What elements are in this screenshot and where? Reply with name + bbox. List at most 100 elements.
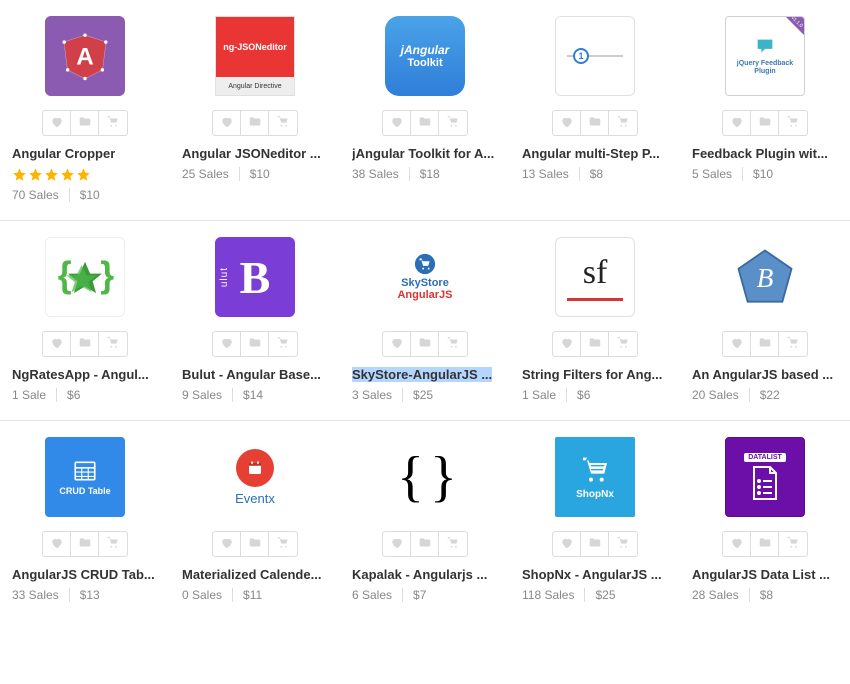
collection-button[interactable] bbox=[411, 332, 439, 356]
product-title[interactable]: jAngular Toolkit for A... bbox=[352, 146, 494, 161]
product-actions bbox=[212, 531, 298, 557]
heart-icon bbox=[220, 536, 234, 553]
product-thumbnail[interactable]: SkyStoreAngularJS bbox=[385, 237, 465, 317]
cart-button[interactable] bbox=[779, 532, 807, 556]
product-thumbnail[interactable]: ng-JSONeditorAngular Directive bbox=[215, 16, 295, 96]
cart-button[interactable] bbox=[269, 111, 297, 135]
cart-button[interactable] bbox=[99, 532, 127, 556]
product-title[interactable]: String Filters for Ang... bbox=[522, 367, 662, 382]
product-thumbnail[interactable]: jAngularToolkit bbox=[385, 16, 465, 96]
favorite-button[interactable] bbox=[553, 332, 581, 356]
product-title[interactable]: NgRatesApp - Angul... bbox=[12, 367, 149, 382]
favorite-button[interactable] bbox=[723, 532, 751, 556]
svg-text:B: B bbox=[757, 263, 774, 293]
collection-button[interactable] bbox=[241, 532, 269, 556]
folder-icon bbox=[78, 536, 92, 553]
favorite-button[interactable] bbox=[213, 532, 241, 556]
collection-button[interactable] bbox=[581, 332, 609, 356]
product-title[interactable]: An AngularJS based ... bbox=[692, 367, 833, 382]
product-thumbnail[interactable]: jQuery FeedbackPlugin bbox=[725, 16, 805, 96]
product-thumbnail[interactable]: 1 bbox=[555, 16, 635, 96]
collection-button[interactable] bbox=[581, 532, 609, 556]
svg-text:{: { bbox=[58, 255, 72, 295]
favorite-button[interactable] bbox=[553, 111, 581, 135]
favorite-button[interactable] bbox=[43, 111, 71, 135]
product-thumbnail[interactable]: CRUD Table bbox=[45, 437, 125, 517]
favorite-button[interactable] bbox=[383, 332, 411, 356]
cart-icon bbox=[276, 336, 290, 353]
favorite-button[interactable] bbox=[213, 111, 241, 135]
favorite-button[interactable] bbox=[723, 332, 751, 356]
product-title[interactable]: Feedback Plugin wit... bbox=[692, 146, 828, 161]
folder-icon bbox=[588, 536, 602, 553]
collection-button[interactable] bbox=[751, 332, 779, 356]
product-meta: 70 Sales $10 bbox=[12, 188, 100, 202]
cart-button[interactable] bbox=[269, 532, 297, 556]
product-title[interactable]: Angular Cropper bbox=[12, 146, 115, 161]
collection-button[interactable] bbox=[411, 532, 439, 556]
product-thumbnail[interactable]: sf bbox=[555, 237, 635, 317]
heart-icon bbox=[730, 536, 744, 553]
product-title[interactable]: Materialized Calende... bbox=[182, 567, 321, 582]
product-thumbnail[interactable]: Eventx bbox=[215, 437, 295, 517]
product-thumbnail[interactable]: {} bbox=[45, 237, 125, 317]
cart-icon bbox=[106, 115, 120, 132]
product-thumbnail[interactable]: DATALIST bbox=[725, 437, 805, 517]
collection-button[interactable] bbox=[71, 532, 99, 556]
product-thumbnail[interactable]: A bbox=[45, 16, 125, 96]
product-title[interactable]: Bulut - Angular Base... bbox=[182, 367, 321, 382]
cart-button[interactable] bbox=[779, 332, 807, 356]
product-price: $25 bbox=[584, 588, 615, 602]
favorite-button[interactable] bbox=[723, 111, 751, 135]
cart-button[interactable] bbox=[439, 532, 467, 556]
cart-button[interactable] bbox=[269, 332, 297, 356]
cart-button[interactable] bbox=[439, 111, 467, 135]
product-title[interactable]: Angular JSONeditor ... bbox=[182, 146, 321, 161]
product-thumbnail[interactable]: ShopNx bbox=[555, 437, 635, 517]
folder-icon bbox=[418, 336, 432, 353]
collection-button[interactable] bbox=[581, 111, 609, 135]
product-sales: 118 Sales bbox=[522, 588, 584, 602]
cart-button[interactable] bbox=[609, 332, 637, 356]
product-title[interactable]: AngularJS CRUD Tab... bbox=[12, 567, 155, 582]
product-thumbnail[interactable]: { } bbox=[385, 437, 465, 517]
favorite-button[interactable] bbox=[43, 532, 71, 556]
cart-button[interactable] bbox=[99, 111, 127, 135]
favorite-button[interactable] bbox=[43, 332, 71, 356]
product-price: $25 bbox=[402, 388, 433, 402]
cart-button[interactable] bbox=[609, 111, 637, 135]
favorite-button[interactable] bbox=[553, 532, 581, 556]
product-price: $18 bbox=[409, 167, 440, 181]
product-title[interactable]: AngularJS Data List ... bbox=[692, 567, 830, 582]
collection-button[interactable] bbox=[241, 111, 269, 135]
folder-icon bbox=[588, 336, 602, 353]
cart-button[interactable] bbox=[439, 332, 467, 356]
collection-button[interactable] bbox=[751, 111, 779, 135]
collection-button[interactable] bbox=[241, 332, 269, 356]
cart-button[interactable] bbox=[609, 532, 637, 556]
collection-button[interactable] bbox=[71, 111, 99, 135]
collection-button[interactable] bbox=[751, 532, 779, 556]
product-title[interactable]: Angular multi-Step P... bbox=[522, 146, 660, 161]
product-actions bbox=[552, 331, 638, 357]
cart-button[interactable] bbox=[99, 332, 127, 356]
cart-icon bbox=[446, 336, 460, 353]
heart-icon bbox=[560, 115, 574, 132]
folder-icon bbox=[758, 336, 772, 353]
product-thumbnail[interactable]: B bbox=[725, 237, 805, 317]
product-actions bbox=[42, 110, 128, 136]
cart-button[interactable] bbox=[779, 111, 807, 135]
product-meta: 118 Sales $25 bbox=[522, 588, 616, 602]
product-thumbnail[interactable]: ulutB bbox=[215, 237, 295, 317]
product-title[interactable]: Kapalak - Angularjs ... bbox=[352, 567, 487, 582]
heart-icon bbox=[560, 336, 574, 353]
collection-button[interactable] bbox=[411, 111, 439, 135]
product-title[interactable]: SkyStore-AngularJS ... bbox=[352, 367, 492, 382]
favorite-button[interactable] bbox=[383, 111, 411, 135]
heart-icon bbox=[390, 336, 404, 353]
product-title[interactable]: ShopNx - AngularJS ... bbox=[522, 567, 662, 582]
favorite-button[interactable] bbox=[383, 532, 411, 556]
collection-button[interactable] bbox=[71, 332, 99, 356]
favorite-button[interactable] bbox=[213, 332, 241, 356]
cart-icon bbox=[276, 536, 290, 553]
